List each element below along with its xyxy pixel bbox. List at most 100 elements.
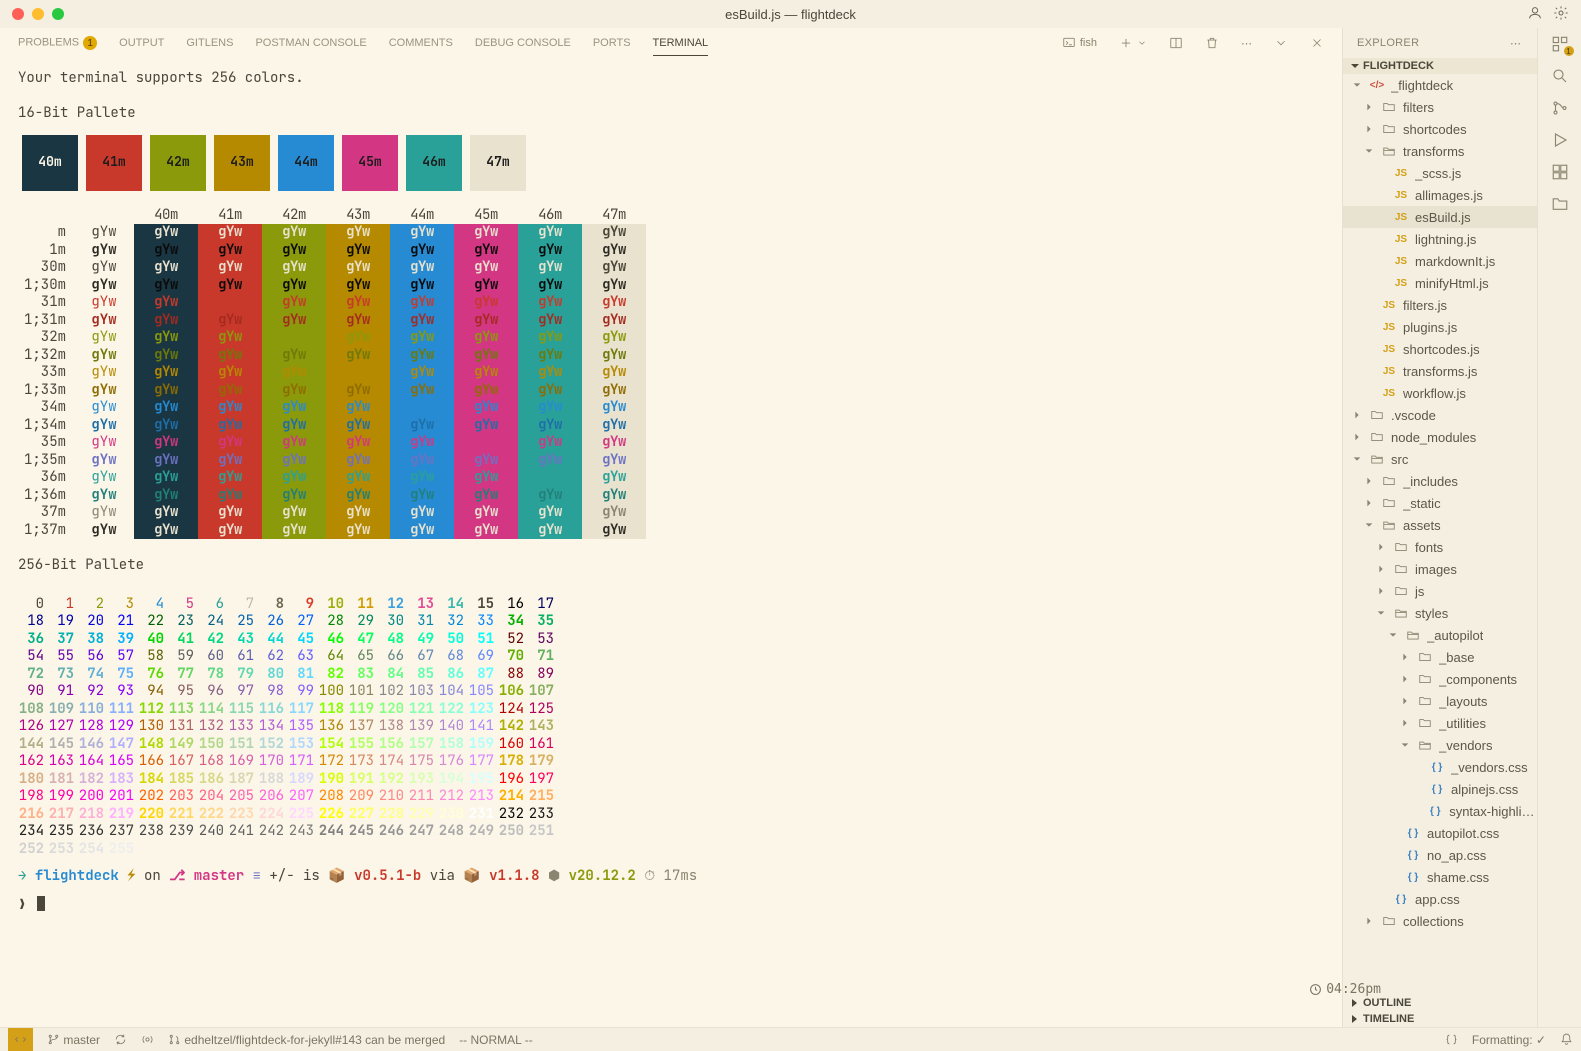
root-folder[interactable]: FLIGHTDECK bbox=[1343, 58, 1537, 74]
swatch: 46m bbox=[406, 135, 462, 191]
tree-item-label: _flightdeck bbox=[1391, 78, 1453, 93]
extensions-icon[interactable] bbox=[1550, 162, 1570, 182]
tree-item-label: _utilities bbox=[1439, 716, 1486, 731]
traffic-min[interactable] bbox=[32, 8, 44, 20]
tree-item[interactable]: JSplugins.js bbox=[1343, 316, 1537, 338]
tree-item[interactable]: JStransforms.js bbox=[1343, 360, 1537, 382]
tree-item[interactable]: { }app.css bbox=[1343, 888, 1537, 910]
tree-item[interactable]: styles bbox=[1343, 602, 1537, 624]
panel-tab-postman-console[interactable]: POSTMAN CONSOLE bbox=[255, 31, 366, 55]
split-terminal-icon[interactable] bbox=[1169, 36, 1183, 50]
tree-item[interactable]: src bbox=[1343, 448, 1537, 470]
tree-item[interactable]: node_modules bbox=[1343, 426, 1537, 448]
tree-item[interactable]: { }no_ap.css bbox=[1343, 844, 1537, 866]
braces-icon[interactable] bbox=[1445, 1033, 1458, 1047]
tree-item[interactable]: JSworkflow.js bbox=[1343, 382, 1537, 404]
more-icon[interactable]: ⋯ bbox=[1241, 37, 1252, 50]
tree-item[interactable]: { }shame.css bbox=[1343, 866, 1537, 888]
debug-icon[interactable] bbox=[1550, 130, 1570, 150]
tree-item-label: _autopilot bbox=[1427, 628, 1483, 643]
tree-item[interactable]: _utilities bbox=[1343, 712, 1537, 734]
shell-indicator[interactable]: fish bbox=[1062, 36, 1097, 50]
panel-tab-terminal[interactable]: TERMINAL bbox=[653, 31, 709, 56]
tree-item[interactable]: fonts bbox=[1343, 536, 1537, 558]
traffic-max[interactable] bbox=[52, 8, 64, 20]
tree-item[interactable]: _layouts bbox=[1343, 690, 1537, 712]
panel-tab-ports[interactable]: PORTS bbox=[593, 31, 631, 55]
tree-item[interactable]: { }syntax-highlight… bbox=[1343, 800, 1537, 822]
tree-item[interactable]: assets bbox=[1343, 514, 1537, 536]
panel-tab-debug-console[interactable]: DEBUG CONSOLE bbox=[475, 31, 571, 55]
gear-icon[interactable] bbox=[1553, 5, 1569, 24]
explorer-more-icon[interactable]: ⋯ bbox=[1510, 37, 1523, 50]
tree-item[interactable]: images bbox=[1343, 558, 1537, 580]
close-panel-icon[interactable] bbox=[1310, 36, 1324, 50]
tree-item[interactable]: _includes bbox=[1343, 470, 1537, 492]
tree-item[interactable]: { }autopilot.css bbox=[1343, 822, 1537, 844]
tree-item-label: _vendors bbox=[1439, 738, 1492, 753]
tree-item[interactable]: shortcodes bbox=[1343, 118, 1537, 140]
sync-status[interactable] bbox=[114, 1033, 127, 1047]
tree-item[interactable]: JS_scss.js bbox=[1343, 162, 1537, 184]
tree-item[interactable]: { }_vendors.css bbox=[1343, 756, 1537, 778]
panel-tab-output[interactable]: OUTPUT bbox=[119, 31, 164, 55]
tree-item-label: assets bbox=[1403, 518, 1441, 533]
account-icon[interactable] bbox=[1527, 5, 1543, 24]
tree-item[interactable]: _autopilot bbox=[1343, 624, 1537, 646]
explorer-title: EXPLORER bbox=[1357, 37, 1419, 49]
panel-tab-problems[interactable]: PROBLEMS1 bbox=[18, 30, 97, 56]
tree-item-label: collections bbox=[1403, 914, 1464, 929]
formatting-status[interactable]: Formatting: ✓ bbox=[1472, 1033, 1546, 1047]
tree-item-label: _vendors.css bbox=[1451, 760, 1528, 775]
tree-item[interactable]: { }alpinejs.css bbox=[1343, 778, 1537, 800]
tree-item[interactable]: .vscode bbox=[1343, 404, 1537, 426]
pr-status[interactable]: edheltzel/flightdeck-for-jekyll#143 can … bbox=[168, 1033, 445, 1047]
swatch: 47m bbox=[470, 135, 526, 191]
explorer-icon[interactable]: 1 bbox=[1550, 34, 1570, 54]
tree-item[interactable]: JSminifyHtml.js bbox=[1343, 272, 1537, 294]
panel-tab-gitlens[interactable]: GITLENS bbox=[186, 31, 233, 55]
tree-item[interactable]: collections bbox=[1343, 910, 1537, 932]
tree-item-label: filters bbox=[1403, 100, 1434, 115]
timeline-section[interactable]: TIMELINE bbox=[1343, 1011, 1537, 1027]
tree-item[interactable]: _base bbox=[1343, 646, 1537, 668]
tree-item-label: transforms bbox=[1403, 144, 1464, 159]
tree-item-label: alpinejs.css bbox=[1451, 782, 1518, 797]
kill-terminal-icon[interactable] bbox=[1205, 36, 1219, 50]
tree-item-label: lightning.js bbox=[1415, 232, 1476, 247]
terminal-area[interactable]: Your terminal supports 256 colors.16-Bit… bbox=[0, 58, 1342, 1027]
tree-item[interactable]: transforms bbox=[1343, 140, 1537, 162]
tree-item-label: no_ap.css bbox=[1427, 848, 1486, 863]
tree-item[interactable]: filters bbox=[1343, 96, 1537, 118]
tree-item[interactable]: JSesBuild.js bbox=[1343, 206, 1537, 228]
tree-item[interactable]: _static bbox=[1343, 492, 1537, 514]
outline-section[interactable]: OUTLINE bbox=[1343, 995, 1537, 1011]
bell-icon[interactable] bbox=[1560, 1033, 1573, 1047]
tree-item[interactable]: _components bbox=[1343, 668, 1537, 690]
tree-item-label: shortcodes bbox=[1403, 122, 1467, 137]
tree-item[interactable]: JSmarkdownIt.js bbox=[1343, 250, 1537, 272]
tree-item-label: plugins.js bbox=[1403, 320, 1457, 335]
live-status[interactable] bbox=[141, 1033, 154, 1047]
tree-item-label: shortcodes.js bbox=[1403, 342, 1480, 357]
scm-icon[interactable] bbox=[1550, 98, 1570, 118]
tree-item[interactable]: _vendors bbox=[1343, 734, 1537, 756]
window-title: esBuild.js — flightdeck bbox=[0, 7, 1581, 22]
tree-item[interactable]: JSallimages.js bbox=[1343, 184, 1537, 206]
panel-tab-comments[interactable]: COMMENTS bbox=[389, 31, 453, 55]
tree-item[interactable]: JSshortcodes.js bbox=[1343, 338, 1537, 360]
tree-item[interactable]: JSfilters.js bbox=[1343, 294, 1537, 316]
chevron-down-icon[interactable] bbox=[1274, 36, 1288, 50]
branch-status[interactable]: master bbox=[47, 1033, 100, 1047]
tree-item[interactable]: </>_flightdeck bbox=[1343, 74, 1537, 96]
folders-icon[interactable] bbox=[1550, 194, 1570, 214]
new-terminal-icon[interactable] bbox=[1119, 36, 1147, 50]
tree-item-label: _layouts bbox=[1439, 694, 1487, 709]
search-nav-icon[interactable] bbox=[1550, 66, 1570, 86]
tree-item[interactable]: JSlightning.js bbox=[1343, 228, 1537, 250]
traffic-close[interactable] bbox=[12, 8, 24, 20]
tree-item[interactable]: js bbox=[1343, 580, 1537, 602]
remote-indicator[interactable] bbox=[8, 1028, 33, 1051]
tree-item-label: _components bbox=[1439, 672, 1517, 687]
tree-item-label: esBuild.js bbox=[1415, 210, 1471, 225]
